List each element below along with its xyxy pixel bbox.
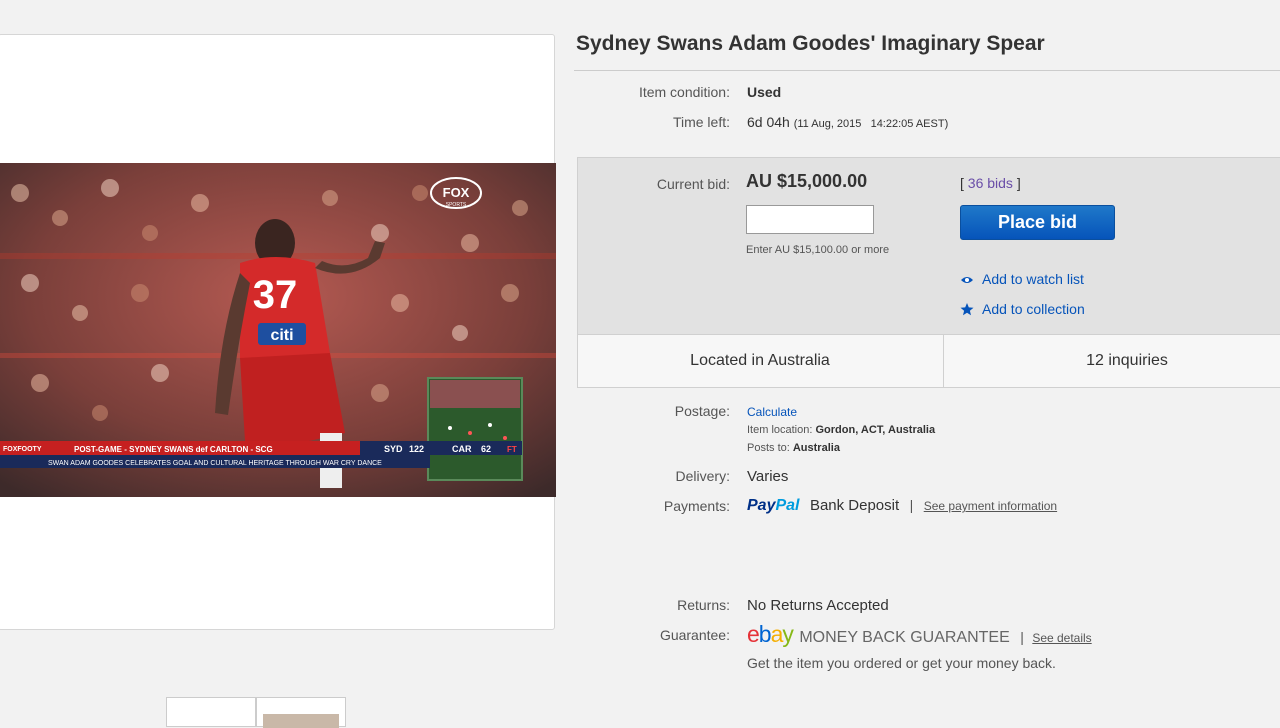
star-icon — [960, 303, 974, 316]
inquiries-count: 12 inquiries — [1086, 352, 1168, 369]
guarantee-separator: | — [1020, 629, 1024, 645]
collection-link[interactable]: Add to collection — [960, 301, 1085, 319]
time-left-end: (11 Aug, 2015 14:22:05 AEST) — [793, 118, 949, 130]
main-item-photo[interactable]: 37 citi FOX SPORTS FOXFOOTY POST-GAME - … — [0, 163, 556, 497]
time-left-label: Time left: — [672, 114, 730, 130]
score2: 62 — [481, 444, 491, 454]
paypal-logo-pay: Pay — [747, 497, 776, 514]
returns-label: Returns: — [677, 597, 730, 613]
thumbnail-2-image — [263, 714, 339, 728]
match-status: FT — [507, 445, 517, 454]
banner-line1: POST-GAME - SYDNEY SWANS def CARLTON - S… — [74, 445, 273, 454]
title-divider — [574, 70, 1280, 71]
place-bid-button[interactable]: Place bid — [960, 205, 1115, 240]
bank-deposit: Bank Deposit — [809, 497, 900, 514]
bid-amount-input[interactable] — [746, 205, 874, 234]
score1: 122 — [409, 444, 424, 454]
bid-count-prefix: [ — [960, 175, 964, 191]
see-payment-info-link[interactable]: See payment information — [924, 499, 1057, 513]
time-left-duration: 6d 04h — [747, 114, 790, 130]
player-number: 37 — [253, 273, 298, 317]
posts-to-value: Australia — [792, 442, 840, 454]
money-back-guarantee: ebay MONEY BACK GUARANTEE | See details — [747, 621, 1092, 648]
guarantee-label: Guarantee: — [659, 627, 730, 643]
item-location-value: Gordon, ACT, Australia — [815, 424, 936, 436]
item-location: Item location: Gordon, ACT, Australia — [747, 424, 935, 436]
bid-hint: Enter AU $15,100.00 or more — [746, 244, 890, 256]
bid-count-suffix: ] — [1016, 175, 1021, 191]
item-location-summary: Located in Australia — [690, 352, 830, 369]
collection-label: Add to collection — [982, 301, 1085, 317]
eye-icon — [961, 276, 973, 283]
postage-label: Postage: — [674, 403, 730, 419]
postage-calculate-link[interactable]: Calculate — [747, 405, 797, 419]
inset-replay — [427, 377, 523, 481]
guarantee-note: Get the item you ordered or get your mon… — [747, 655, 1056, 671]
paypal-logo-pal: Pal — [775, 497, 800, 514]
thumbnail-1[interactable] — [166, 697, 256, 727]
item-title: Sydney Swans Adam Goodes' Imaginary Spea… — [576, 32, 1045, 55]
see-details-link[interactable]: See details — [1032, 631, 1091, 645]
delivery-value: Varies — [747, 468, 789, 485]
posts-to: Posts to: Australia — [747, 442, 840, 454]
bid-history-link[interactable]: 36 bids — [968, 175, 1013, 191]
channel-tag: FOXFOOTY — [3, 446, 42, 453]
svg-text:FOX: FOX — [443, 185, 470, 200]
condition-label: Item condition: — [638, 84, 730, 100]
payments-label: Payments: — [663, 498, 730, 514]
posts-to-label: Posts to: — [747, 442, 790, 454]
time-left-value: 6d 04h (11 Aug, 2015 14:22:05 AEST) — [747, 114, 948, 130]
item-location-label: Item location: — [747, 424, 813, 436]
delivery-label: Delivery: — [675, 468, 730, 484]
current-bid-label: Current bid: — [656, 176, 730, 192]
sponsor-logo: citi — [270, 327, 293, 344]
current-bid-value: AU $15,000.00 — [746, 171, 868, 191]
returns-value: No Returns Accepted — [747, 597, 889, 614]
watch-list-link[interactable]: Add to watch list — [960, 271, 1084, 289]
payments-separator: | — [909, 497, 914, 513]
condition-value: Used — [747, 84, 782, 100]
money-back-text: MONEY BACK GUARANTEE — [799, 629, 1010, 646]
bid-count: [ 36 bids ] — [960, 175, 1021, 191]
ebay-logo: ebay — [747, 621, 794, 647]
watch-list-label: Add to watch list — [982, 271, 1084, 287]
banner-line2: SWAN ADAM GOODES CELEBRATES GOAL AND CUL… — [48, 460, 382, 467]
paypal-logo: PayPal — [747, 497, 799, 514]
thumbnail-2[interactable] — [256, 697, 346, 728]
team2: CAR — [452, 444, 472, 454]
team1: SYD — [384, 444, 403, 454]
payment-methods: PayPal Bank Deposit | See payment inform… — [747, 497, 1057, 515]
svg-text:SPORTS: SPORTS — [446, 202, 467, 208]
